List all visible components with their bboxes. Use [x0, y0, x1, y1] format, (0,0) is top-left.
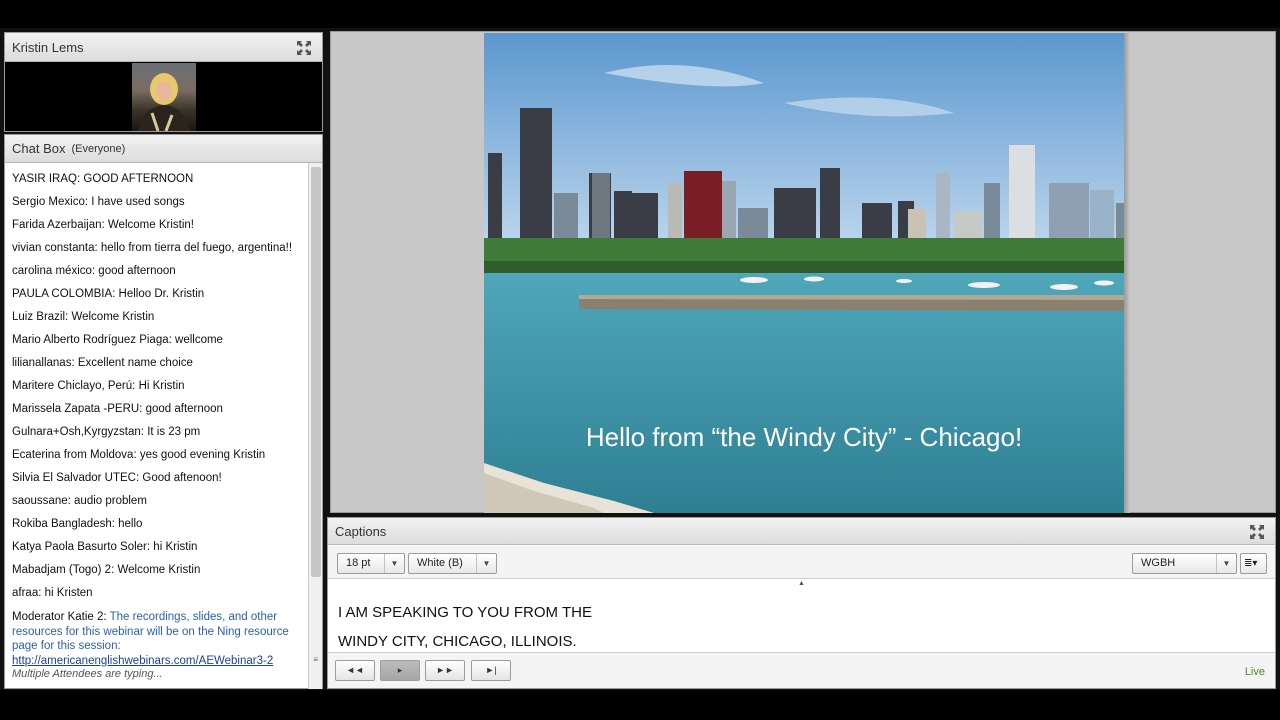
caption-controls: ◄◄ ▸ ►► ►| Live: [328, 652, 1275, 688]
chat-message: vivian constanta: hello from tierra del …: [12, 242, 293, 254]
captions-pod: Captions 18 pt ▼ White (B) ▼ WGBH ▼ ≣▾ ▲…: [327, 517, 1276, 689]
caption-line: I AM SPEAKING TO YOU FROM THE: [338, 604, 592, 621]
meeting-app: Kristin Lems Chat Box (Everyone) YASIR I…: [0, 0, 1280, 720]
camera-pod: Kristin Lems: [4, 32, 323, 132]
chat-message: Ecaterina from Moldova: yes good evening…: [12, 449, 266, 461]
chat-message: Mario Alberto Rodríguez Piaga: wellcome: [12, 334, 223, 346]
chevron-down-icon: ▼: [476, 554, 496, 573]
chat-message: Sergio Mexico: I have used songs: [12, 196, 185, 208]
maximize-icon[interactable]: [295, 39, 313, 57]
resource-link[interactable]: http://americanenglishwebinars.com/AEWeb…: [12, 654, 305, 669]
chevron-down-icon: ▼: [1216, 554, 1236, 573]
play-button[interactable]: ▸: [380, 660, 420, 681]
slide-caption: Hello from “the Windy City” - Chicago!: [585, 422, 1023, 452]
bottom-bar: [0, 690, 1280, 720]
moderator-sender: Moderator Katie 2:: [12, 611, 107, 623]
chat-message: lilianallanas: Excellent name choice: [12, 357, 193, 369]
slide: Hello from “the Windy City” - Chicago!: [484, 33, 1124, 513]
chat-message: Maritere Chiclayo, Perú: Hi Kristin: [12, 380, 185, 392]
caption-text: I AM SPEAKING TO YOU FROM THE WINDY CITY…: [338, 598, 592, 656]
camera-pod-title: Kristin Lems: [12, 39, 84, 55]
chat-pod-header: Chat Box (Everyone): [5, 135, 322, 163]
chevron-down-icon: ▼: [384, 554, 404, 573]
camera-pod-header: Kristin Lems: [5, 33, 322, 62]
collapse-arrow-icon[interactable]: ▲: [798, 580, 805, 587]
chat-pod: Chat Box (Everyone) YASIR IRAQ: GOOD AFT…: [4, 134, 323, 689]
font-size-select[interactable]: 18 pt ▼: [337, 553, 405, 574]
rewind-button[interactable]: ◄◄: [335, 660, 375, 681]
chat-message: Katya Paola Basurto Soler: hi Kristin: [12, 541, 198, 553]
chat-scroll-thumb[interactable]: [311, 167, 321, 577]
chat-messages: YASIR IRAQ: GOOD AFTERNOON Sergio Mexico…: [5, 168, 305, 668]
chat-message: saoussane: audio problem: [12, 495, 147, 507]
captions-toolbar: 18 pt ▼ White (B) ▼ WGBH ▼ ≣▾: [328, 546, 1275, 579]
skip-to-end-button[interactable]: ►|: [471, 660, 511, 681]
chat-message: carolina méxico: good afternoon: [12, 265, 176, 277]
caption-provider-value: WGBH: [1141, 557, 1176, 569]
maximize-icon[interactable]: [1248, 523, 1266, 541]
grip-icon: ≡: [313, 655, 318, 664]
chat-message: afraa: hi Kristen: [12, 587, 93, 599]
typing-status: Multiple Attendees are typing...: [12, 668, 163, 680]
font-size-value: 18 pt: [346, 557, 371, 569]
chat-message: Silvia El Salvador UTEC: Good aftenoon!: [12, 472, 222, 484]
menu-icon: ≣▾: [1244, 558, 1258, 569]
webcam-video: [132, 63, 196, 131]
chat-message: Mabadjam (Togo) 2: Welcome Kristin: [12, 564, 201, 576]
slide-shadow: [1124, 33, 1130, 513]
chat-message: Rokiba Bangladesh: hello: [12, 518, 143, 530]
caption-provider-select[interactable]: WGBH ▼: [1132, 553, 1237, 574]
chat-message: Gulnara+Osh,Kyrgyzstan: It is 23 pm: [12, 426, 201, 438]
chat-message: YASIR IRAQ: GOOD AFTERNOON: [12, 173, 194, 185]
live-status: Live: [1244, 666, 1265, 678]
fast-forward-button[interactable]: ►►: [425, 660, 465, 681]
captions-pod-header: Captions: [328, 518, 1275, 545]
share-pod: Hello from “the Windy City” - Chicago!: [330, 31, 1276, 513]
chat-message: Marissela Zapata -PERU: good afternoon: [12, 403, 223, 415]
chat-audience[interactable]: (Everyone): [71, 143, 125, 155]
presenter-image: [138, 73, 190, 131]
options-menu-button[interactable]: ≣▾: [1240, 553, 1267, 574]
moderator-message: Moderator Katie 2: The recordings, slide…: [5, 605, 305, 668]
chat-message: Farida Azerbaijan: Welcome Kristin!: [12, 219, 194, 231]
caption-color-value: White (B): [417, 557, 463, 569]
chat-message: Luiz Brazil: Welcome Kristin: [12, 311, 155, 323]
caption-color-select[interactable]: White (B) ▼: [408, 553, 497, 574]
chat-pod-title: Chat Box: [12, 141, 66, 156]
chat-message: PAULA COLOMBIA: Helloo Dr. Kristin: [12, 288, 205, 300]
top-bar: [0, 0, 1280, 28]
captions-pod-title: Captions: [335, 523, 387, 539]
chat-scrollbar[interactable]: ≡: [308, 163, 322, 689]
